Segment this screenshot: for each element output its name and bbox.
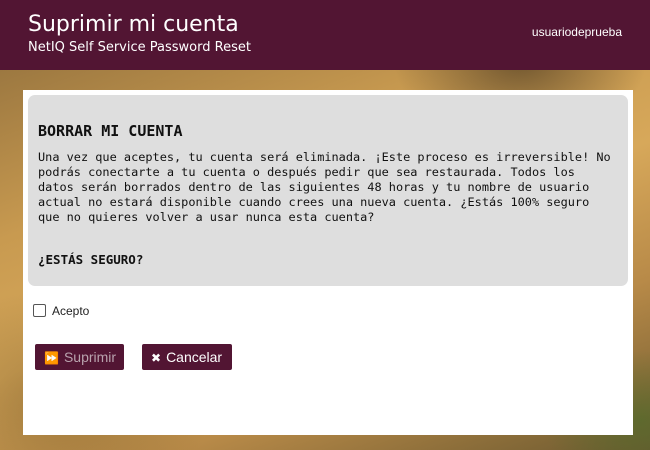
delete-button-label: Suprimir <box>63 349 117 365</box>
fast-forward-icon: ⏩ <box>44 351 59 365</box>
delete-button[interactable]: ⏩ Suprimir <box>35 344 124 370</box>
header-bar: Suprimir mi cuenta NetIQ Self Service Pa… <box>0 0 650 70</box>
accept-label[interactable]: Acepto <box>52 304 89 318</box>
warning-heading: BORRAR MI CUENTA <box>38 122 183 140</box>
warning-text: Una vez que aceptes, tu cuenta será elim… <box>38 150 611 224</box>
content-panel: BORRAR MI CUENTA Una vez que aceptes, tu… <box>23 90 633 435</box>
cancel-button[interactable]: ✖ Cancelar <box>142 344 232 370</box>
close-icon: ✖ <box>151 351 162 365</box>
accept-checkbox[interactable] <box>33 304 46 317</box>
page-title: Suprimir mi cuenta <box>28 12 239 37</box>
cancel-button-label: Cancelar <box>166 349 223 365</box>
app-subtitle: NetIQ Self Service Password Reset <box>28 40 251 55</box>
warning-box: BORRAR MI CUENTA Una vez que aceptes, tu… <box>28 95 628 286</box>
confirmation-question: ¿ESTÁS SEGURO? <box>38 252 144 267</box>
username-label[interactable]: usuariodeprueba <box>532 25 622 39</box>
